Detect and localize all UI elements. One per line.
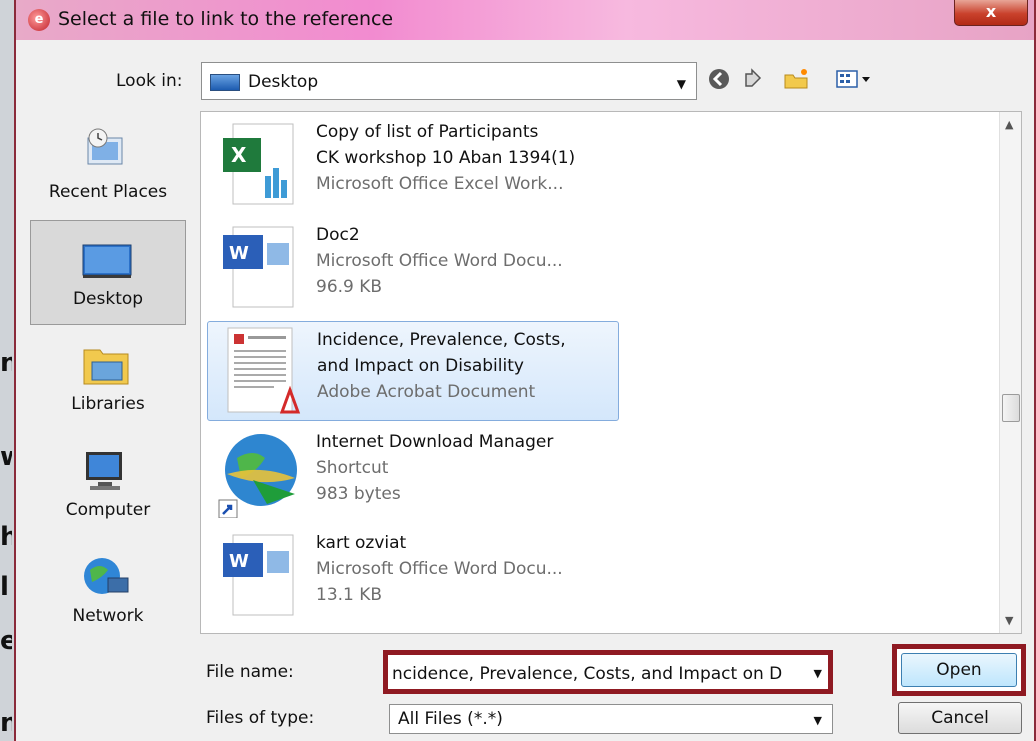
background-glyph: n: [0, 708, 12, 738]
look-in-value: Desktop: [248, 72, 319, 92]
scroll-up-icon[interactable]: ▲: [1005, 118, 1013, 131]
window-title: Select a file to link to the reference: [58, 8, 394, 30]
place-desktop[interactable]: Desktop: [30, 220, 186, 325]
svg-text:X: X: [231, 143, 247, 167]
place-recent-places[interactable]: Recent Places: [30, 114, 186, 219]
file-type: Adobe Acrobat Document: [317, 382, 536, 402]
cancel-button[interactable]: Cancel: [898, 702, 1022, 734]
chevron-down-icon[interactable]: ▼: [814, 667, 822, 680]
file-size: 983 bytes: [316, 484, 401, 504]
file-list[interactable]: X Copy of list of Participants CK worksh…: [200, 111, 1022, 634]
place-label: Computer: [65, 500, 151, 520]
word-icon: W: [223, 226, 294, 308]
svg-text:W: W: [229, 551, 249, 572]
file-name-line: Copy of list of Participants: [316, 122, 539, 142]
places-bar: Recent Places Desktop Libraries Computer…: [30, 114, 190, 654]
file-item[interactable]: Internet Download Manager Shortcut 983 b…: [207, 424, 619, 524]
file-item-selected[interactable]: Incidence, Prevalence, Costs, and Impact…: [207, 321, 619, 421]
svg-text:W: W: [229, 243, 249, 264]
vertical-scrollbar[interactable]: ▲ ▼: [999, 112, 1021, 633]
file-item[interactable]: W Doc2 Microsoft Office Word Docu... 96.…: [207, 217, 619, 317]
file-size: 96.9 KB: [316, 277, 383, 297]
file-dialog: e Select a file to link to the reference…: [14, 0, 1036, 741]
background-glyph: h: [0, 522, 12, 552]
files-of-type-dropdown[interactable]: All Files (*.*) ▼: [389, 704, 833, 734]
open-button[interactable]: Open: [901, 653, 1017, 687]
file-type: Microsoft Office Word Docu...: [316, 251, 563, 271]
up-folder-icon[interactable]: [740, 66, 766, 92]
file-name-line: CK workshop 10 Aban 1394(1): [316, 148, 576, 168]
word-icon: W: [223, 534, 294, 616]
background-glyph: w: [0, 442, 12, 472]
app-icon: e: [28, 9, 50, 31]
file-type: Shortcut: [316, 458, 389, 478]
place-network[interactable]: Network: [30, 538, 186, 643]
computer-icon: [86, 452, 122, 490]
file-name-input[interactable]: ncidence, Prevalence, Costs, and Impact …: [383, 650, 833, 694]
file-name: kart ozviat: [316, 533, 407, 553]
file-type: Microsoft Office Excel Work...: [316, 174, 564, 194]
look-in-dropdown[interactable]: Desktop ▼: [201, 62, 697, 100]
open-button-highlight: Open: [892, 644, 1026, 696]
views-menu-icon[interactable]: [834, 66, 874, 92]
idm-shortcut-icon: [218, 434, 297, 518]
file-name-value: ncidence, Prevalence, Costs, and Impact …: [392, 664, 783, 684]
place-label: Libraries: [71, 394, 145, 414]
file-name-line: Incidence, Prevalence, Costs,: [317, 330, 566, 350]
file-item[interactable]: W kart ozviat Microsoft Office Word Docu…: [207, 525, 619, 625]
files-of-type-value: All Files (*.*): [398, 709, 503, 729]
file-name-line: and Impact on Disability: [317, 356, 524, 376]
title-bar[interactable]: e Select a file to link to the reference…: [16, 0, 1034, 40]
close-button[interactable]: x: [954, 0, 1028, 26]
background-glyph: l: [0, 572, 9, 602]
desktop-icon: [210, 74, 240, 91]
background-glyph: e: [0, 626, 12, 656]
look-in-label: Look in:: [116, 71, 183, 91]
place-label: Desktop: [72, 289, 144, 309]
network-icon: [84, 558, 129, 594]
file-type: Microsoft Office Word Docu...: [316, 559, 563, 579]
chevron-down-icon: ▼: [676, 77, 686, 91]
file-name: Doc2: [316, 225, 360, 245]
file-name-label: File name:: [206, 662, 294, 682]
file-name: Internet Download Manager: [316, 432, 554, 452]
pdf-icon: [227, 327, 301, 414]
file-item[interactable]: X Copy of list of Participants CK worksh…: [207, 114, 619, 214]
back-icon[interactable]: [706, 66, 732, 92]
chevron-down-icon: ▼: [813, 714, 822, 727]
background-glyph: n: [0, 348, 12, 378]
scroll-down-icon[interactable]: ▼: [1005, 614, 1013, 627]
file-size: 13.1 KB: [316, 585, 383, 605]
scroll-thumb[interactable]: [1002, 394, 1020, 422]
excel-icon: X: [223, 123, 294, 205]
new-folder-icon[interactable]: [782, 66, 808, 92]
place-label: Network: [72, 606, 144, 626]
recent-places-icon: [87, 128, 123, 165]
libraries-icon: [83, 349, 129, 385]
place-libraries[interactable]: Libraries: [30, 326, 186, 431]
place-label: Recent Places: [48, 182, 168, 202]
place-computer[interactable]: Computer: [30, 432, 186, 537]
desktop-icon: [82, 244, 132, 278]
files-of-type-label: Files of type:: [206, 708, 315, 728]
